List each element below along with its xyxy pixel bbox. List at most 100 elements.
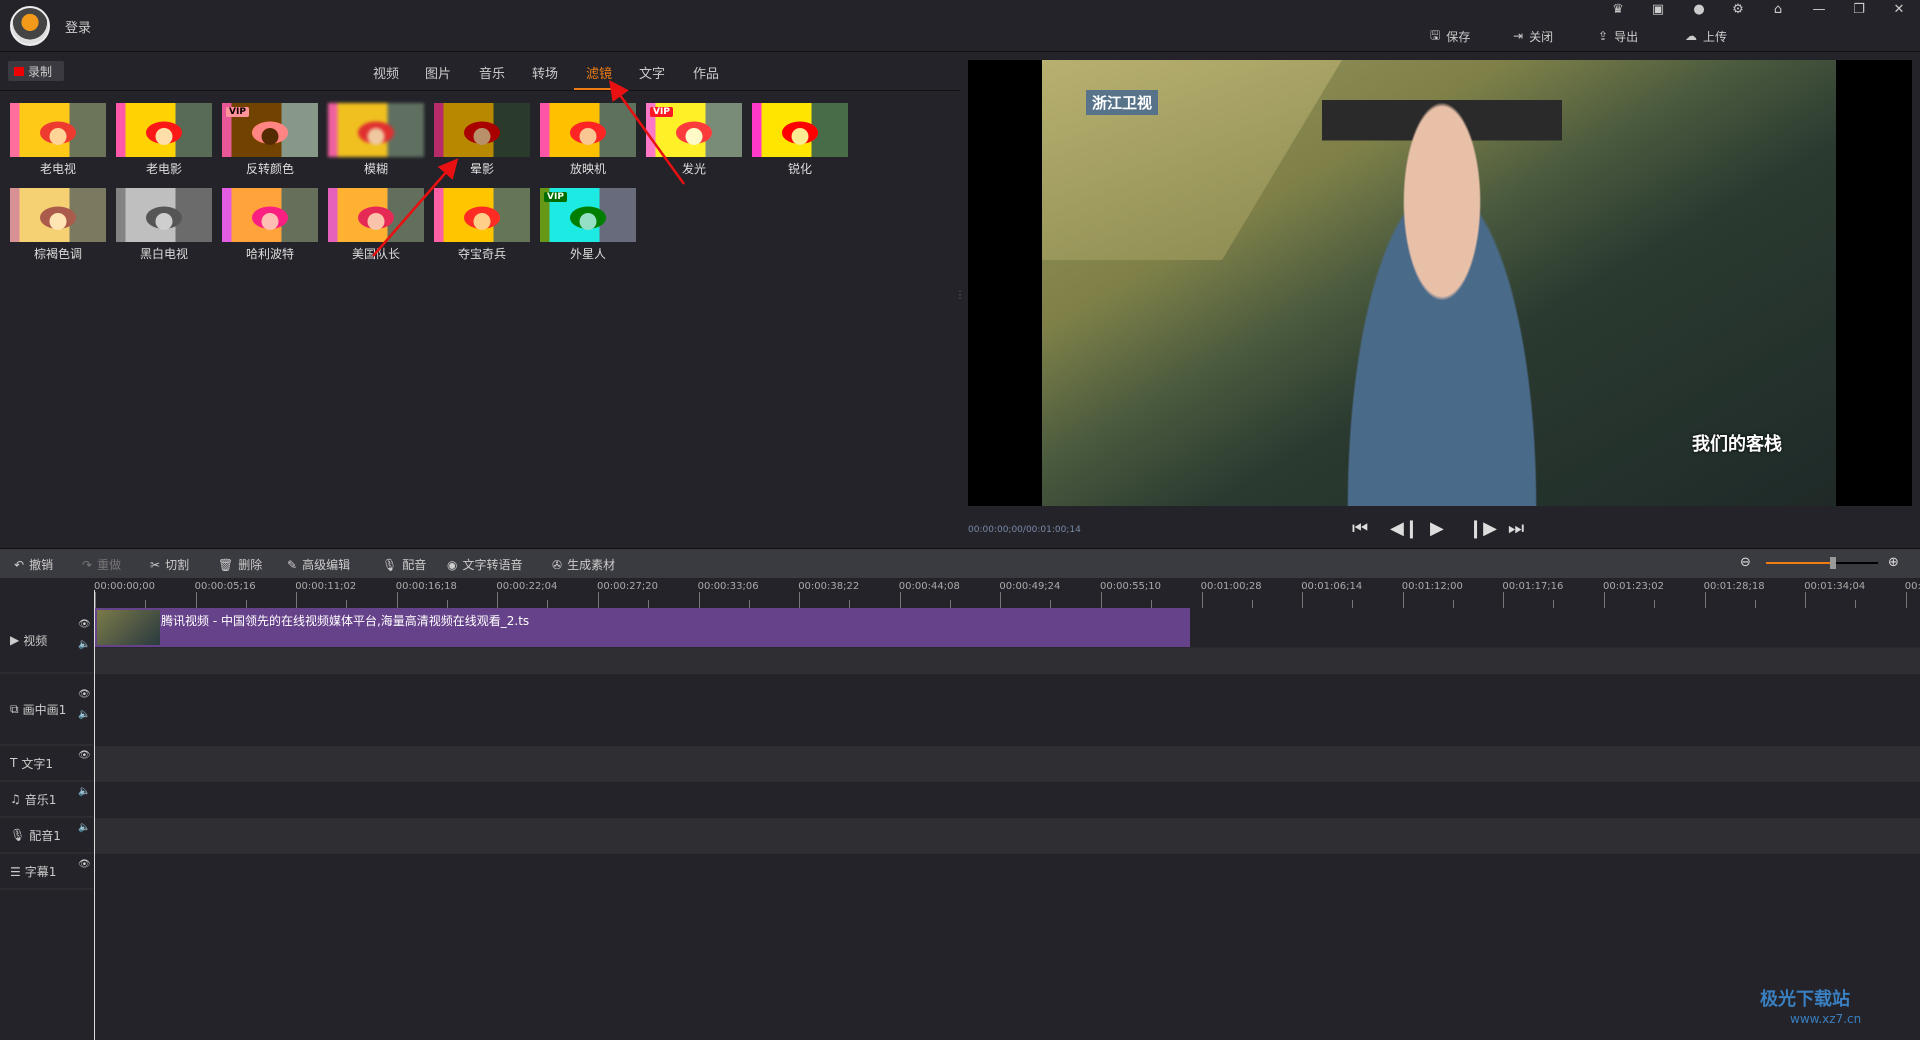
watermark-url: www.xz7.cn bbox=[1790, 1012, 1862, 1026]
ruler-label: 00:00:27;20 bbox=[597, 581, 659, 592]
minimize-icon[interactable]: — bbox=[1806, 2, 1832, 20]
speaker-icon[interactable]: 🔈 bbox=[78, 822, 90, 833]
ruler-minor-tick bbox=[547, 600, 549, 608]
ruler-minor-tick bbox=[145, 600, 146, 608]
ruler-minor-tick bbox=[648, 600, 649, 608]
eye-icon[interactable]: 👁 bbox=[78, 689, 91, 700]
step-back-button[interactable]: ◀❙ bbox=[1390, 518, 1419, 539]
upload-button[interactable]: ☁ 上传 bbox=[1685, 26, 1727, 46]
watermark: 极光下载站 bbox=[1760, 989, 1850, 1010]
zoom-in-icon[interactable]: ⊕ bbox=[1888, 555, 1899, 570]
speaker-icon[interactable]: 🔈 bbox=[78, 639, 90, 650]
play-box-icon: ▶ bbox=[10, 633, 20, 647]
ruler-minor-tick bbox=[346, 600, 348, 608]
video-frame: 浙江卫视 我们的客栈 bbox=[1042, 60, 1836, 506]
ruler-minor-tick bbox=[1352, 600, 1354, 608]
skip-end-button[interactable]: ⏭ bbox=[1508, 518, 1524, 539]
ruler-label: 00:00:16;18 bbox=[395, 581, 457, 592]
toolbar-button-trash[interactable]: 🗑 删除 bbox=[218, 556, 262, 573]
microphone-icon: 🎙 bbox=[382, 557, 398, 572]
zoom-slider[interactable] bbox=[1766, 557, 1878, 569]
toolbar-button-microphone[interactable]: 🎙 配音 bbox=[382, 556, 426, 573]
track-header-empty bbox=[0, 890, 93, 1040]
toolbar-button-pencil[interactable]: ✎ 高级编辑 bbox=[287, 556, 350, 573]
track-header[interactable]: ♫ 音乐1 🔈 bbox=[0, 782, 93, 818]
person-shape bbox=[1322, 100, 1562, 506]
video-clip[interactable]: 腾讯视频 - 中国领先的在线视频媒体平台,海量高清视频在线观看_2.ts bbox=[95, 608, 1190, 647]
play-button[interactable]: ▶ bbox=[1430, 518, 1444, 539]
close-icon[interactable]: ✕ bbox=[1886, 2, 1912, 20]
track-header[interactable]: 🎙 配音1 🔈 bbox=[0, 818, 93, 854]
gear-icon[interactable]: ⚙ bbox=[1725, 2, 1751, 20]
text-icon: T bbox=[10, 756, 18, 770]
close-project-button[interactable]: ⇥ 关闭 bbox=[1513, 26, 1553, 46]
ruler-label: 00:00:55;10 bbox=[1100, 581, 1162, 592]
annotation-arrow bbox=[609, 79, 686, 185]
zoom-slider-fill bbox=[1766, 562, 1834, 564]
ruler-major-tick bbox=[497, 592, 499, 608]
toolbar-button-tts[interactable]: ◉ 文字转语音 bbox=[447, 556, 523, 573]
skip-start-button[interactable]: ⏮ bbox=[1352, 518, 1368, 539]
panel-splitter[interactable]: ⋮ bbox=[955, 290, 965, 301]
ruler-minor-tick bbox=[1553, 600, 1555, 608]
zoom-out-icon[interactable]: ⊖ bbox=[1740, 555, 1751, 570]
ruler-minor-tick bbox=[1452, 600, 1454, 608]
eye-icon[interactable]: 👁 bbox=[78, 619, 91, 630]
restore-icon[interactable]: ❐ bbox=[1846, 2, 1872, 20]
crown-vip-icon[interactable]: ♛ bbox=[1605, 2, 1631, 20]
ruler-label: 00:00:33;06 bbox=[697, 581, 759, 592]
ruler-minor-tick bbox=[1251, 600, 1253, 608]
ruler-major-tick bbox=[396, 592, 398, 608]
share-icon: ⇪ bbox=[1598, 29, 1609, 43]
track-label: 画中画1 bbox=[22, 703, 67, 717]
eye-icon[interactable]: 👁 bbox=[78, 859, 91, 870]
eye-icon[interactable]: 👁 bbox=[78, 750, 91, 761]
ruler-minor-tick bbox=[748, 600, 750, 608]
track-header[interactable]: ☰ 字幕1 👁 bbox=[0, 855, 93, 890]
ruler-minor-tick bbox=[1151, 600, 1152, 608]
track-header[interactable]: ⧉ 画中画1 👁 🔈 bbox=[0, 675, 93, 746]
toolbar-button-redo[interactable]: ↷ 重做 bbox=[82, 556, 121, 573]
toolbar-button-scissors[interactable]: ✂ 切割 bbox=[150, 556, 189, 573]
ruler-label: 00:00:49;24 bbox=[999, 581, 1061, 592]
toolbar-button-film-reel[interactable]: ✇ 生成素材 bbox=[552, 556, 615, 573]
pencil-icon: ✎ bbox=[287, 557, 298, 572]
timeline-ruler[interactable]: 00:00:00;00 00:00:05;16 00:00:11;02 00:00:1… bbox=[0, 578, 1920, 608]
speaker-icon[interactable]: 🔈 bbox=[78, 786, 90, 797]
clip-thumbnail bbox=[97, 610, 160, 645]
ruler-minor-tick bbox=[849, 600, 851, 608]
toolbar-button-undo[interactable]: ↶ 撤销 bbox=[14, 556, 53, 573]
ruler-label: 00:00:00;00 bbox=[94, 581, 156, 592]
ruler-minor-tick bbox=[446, 600, 448, 608]
exit-icon: ⇥ bbox=[1513, 29, 1524, 43]
ruler-label: 00:01:00;28 bbox=[1200, 581, 1262, 592]
scissors-icon: ✂ bbox=[150, 557, 161, 572]
timecode: 00:00:00;00/00:01:00;14 bbox=[968, 525, 1081, 535]
home-icon[interactable]: ⌂ bbox=[1765, 2, 1791, 20]
save-button[interactable]: 🖫 保存 bbox=[1430, 26, 1470, 46]
track-lane[interactable] bbox=[95, 855, 1920, 890]
music-icon: ♫ bbox=[10, 792, 21, 806]
film-reel-icon: ✇ bbox=[552, 557, 563, 572]
ruler-major-tick bbox=[296, 592, 298, 608]
bell-icon[interactable]: ● bbox=[1686, 2, 1712, 20]
speaker-icon[interactable]: 🔈 bbox=[78, 709, 90, 720]
ruler-label: 00:00:38;22 bbox=[798, 581, 860, 592]
zoom-slider-handle[interactable] bbox=[1830, 557, 1837, 569]
track-lane[interactable] bbox=[95, 782, 1920, 818]
ruler-major-tick bbox=[598, 592, 599, 608]
cloud-upload-icon: ☁ bbox=[1685, 29, 1697, 43]
track-header[interactable]: T 文字1 👁 bbox=[0, 746, 93, 782]
track-header[interactable]: ▶ 视频 👁 🔈 bbox=[0, 608, 93, 674]
step-forward-button[interactable]: ❙▶ bbox=[1468, 518, 1497, 539]
ruler-major-tick bbox=[1402, 592, 1404, 608]
track-lane[interactable] bbox=[95, 746, 1920, 782]
track-lane[interactable] bbox=[95, 675, 1920, 746]
ruler-major-tick bbox=[1604, 592, 1605, 608]
ruler-label: 00:01:23;02 bbox=[1603, 581, 1665, 592]
track-lane[interactable] bbox=[95, 818, 1920, 854]
ruler-label: 00:00:22;04 bbox=[496, 581, 558, 592]
clip-label: 腾讯视频 - 中国领先的在线视频媒体平台,海量高清视频在线观看_2.ts bbox=[161, 614, 530, 628]
play-screen-icon[interactable]: ▣ bbox=[1645, 2, 1671, 20]
export-button[interactable]: ⇪ 导出 bbox=[1598, 26, 1638, 46]
